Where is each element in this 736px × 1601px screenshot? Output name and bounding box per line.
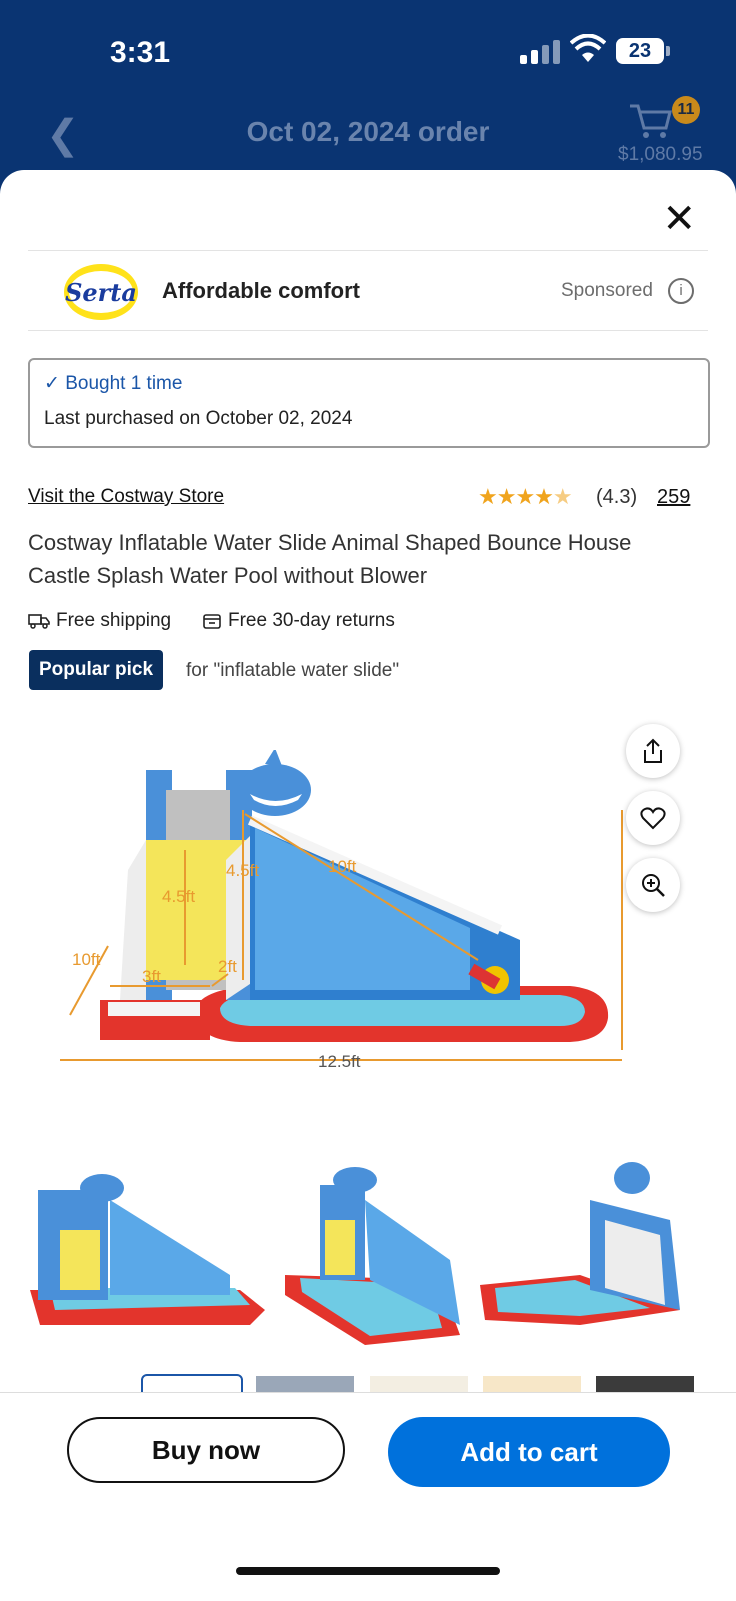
return-box-icon	[203, 614, 221, 629]
status-bar: 3:31 23	[0, 0, 736, 100]
dimension-label: 12.5ft	[318, 1052, 361, 1071]
serta-logo[interactable]: Serta	[64, 264, 138, 320]
wifi-icon	[570, 34, 606, 62]
checkmark-icon: ✓	[44, 373, 66, 394]
close-icon[interactable]: ✕	[662, 196, 696, 242]
thumbnail[interactable]	[596, 1376, 694, 1392]
divider	[28, 250, 708, 251]
product-sheet: ✕ Serta Affordable comfort Sponsored i ✓…	[0, 170, 736, 1601]
dimension-label: 2ft	[218, 957, 237, 976]
buy-now-button[interactable]: Buy now	[67, 1417, 345, 1483]
home-indicator	[236, 1567, 500, 1575]
cart-icon[interactable]	[626, 98, 674, 142]
dimension-label: 3ft	[142, 967, 161, 986]
sponsored-label: Sponsored	[561, 280, 653, 301]
battery-icon: 23	[616, 38, 670, 64]
thumbnail[interactable]	[256, 1376, 354, 1392]
gallery-image[interactable]	[30, 1174, 265, 1325]
gallery-image[interactable]	[285, 1167, 460, 1345]
ad-title[interactable]: Affordable comfort	[162, 278, 360, 304]
thumbnail[interactable]	[483, 1376, 581, 1392]
info-icon[interactable]: i	[668, 278, 694, 304]
bought-count: ✓ Bought 1 time	[44, 373, 183, 394]
last-purchased: Last purchased on October 02, 2024	[44, 408, 353, 429]
dimension-label: 10ft	[72, 950, 101, 969]
gallery-image[interactable]	[480, 1162, 680, 1325]
thumbnail-selected[interactable]	[141, 1374, 243, 1392]
review-count-link[interactable]: 259	[657, 486, 690, 509]
heart-icon	[640, 807, 666, 830]
truck-icon	[28, 614, 50, 629]
thumbnail-strip[interactable]	[0, 1370, 736, 1392]
zoom-in-icon	[642, 874, 665, 897]
popular-pick-query: for "inflatable water slide"	[186, 660, 400, 681]
action-footer: Buy now Add to cart	[0, 1392, 736, 1601]
favorite-button[interactable]	[626, 791, 680, 845]
star-rating-icon: ★★★★★	[478, 484, 573, 509]
store-link[interactable]: Visit the Costway Store	[28, 486, 224, 508]
product-image-gallery[interactable]	[20, 1160, 720, 1360]
add-to-cart-button[interactable]: Add to cart	[388, 1417, 670, 1487]
share-button[interactable]	[626, 724, 680, 778]
free-shipping: Free shipping	[28, 610, 171, 632]
dimension-label: 4.5ft	[226, 861, 259, 880]
popular-pick-badge: Popular pick	[29, 650, 163, 690]
rating-value: (4.3)	[596, 486, 638, 508]
share-icon	[644, 738, 662, 763]
status-time: 3:31	[110, 36, 171, 69]
thumbnail[interactable]	[370, 1376, 468, 1392]
product-title: Costway Inflatable Water Slide Animal Sh…	[28, 530, 632, 588]
dimension-label: 10ft	[328, 857, 357, 876]
free-returns: Free 30-day returns	[202, 610, 395, 632]
divider	[28, 330, 708, 331]
zoom-button[interactable]	[626, 858, 680, 912]
cart-total: $1,080.95	[618, 144, 703, 165]
cellular-signal-icon	[520, 40, 560, 64]
purchase-history-box: ✓ Bought 1 time Last purchased on Octobe…	[28, 358, 710, 448]
dimension-label: 4.5ft	[162, 887, 195, 906]
cart-count-badge: 11	[672, 96, 700, 124]
product-main-image[interactable]: 4.5ft 4.5ft 10ft 10ft 3ft 2ft 12.5ft	[50, 750, 650, 1090]
